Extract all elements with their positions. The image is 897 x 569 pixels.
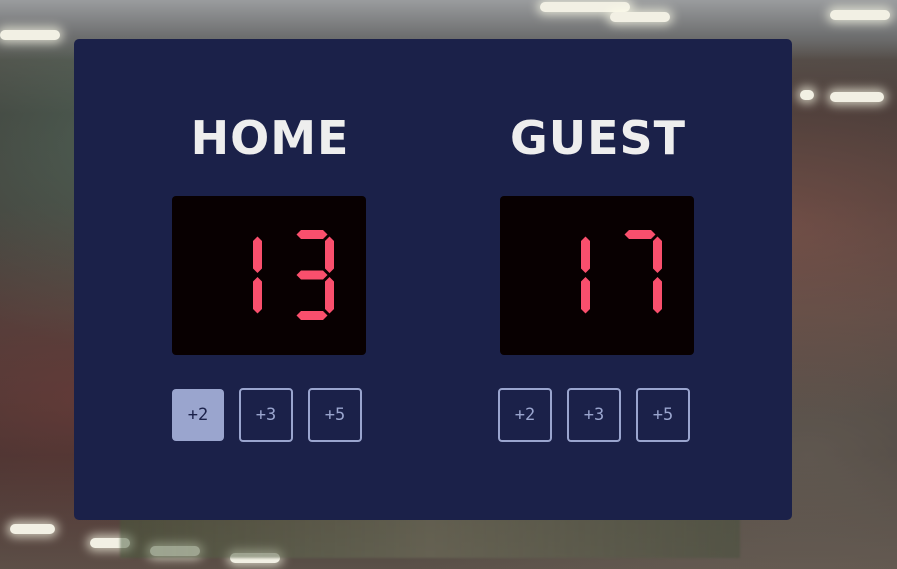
digit-segment-c bbox=[253, 277, 262, 314]
home-score-digit bbox=[253, 236, 262, 314]
guest-add-3-button[interactable]: +3 bbox=[567, 388, 621, 442]
floodlight bbox=[830, 92, 884, 102]
home-add-3-button[interactable]: +3 bbox=[239, 388, 293, 442]
guest-title: GUEST bbox=[509, 111, 687, 165]
home-add-5-button[interactable]: +5 bbox=[308, 388, 362, 442]
floodlight bbox=[0, 30, 60, 40]
home-add-2-button[interactable]: +2 bbox=[172, 389, 224, 441]
home-score-digit bbox=[296, 230, 334, 320]
scoreboard: HOME 13 +2 +3 +5 GUEST 17 +2 +3 +5 bbox=[74, 39, 792, 520]
floodlight bbox=[540, 2, 630, 12]
guest-score-digit bbox=[581, 236, 590, 314]
guest-score-digit bbox=[624, 230, 662, 314]
digit-segment-c bbox=[581, 277, 590, 314]
guest-add-5-button[interactable]: +5 bbox=[636, 388, 690, 442]
home-button-group: +2 +3 +5 bbox=[170, 388, 370, 444]
floodlight bbox=[800, 90, 814, 100]
guest-score-display: 17 bbox=[500, 196, 694, 355]
floodlight bbox=[830, 10, 890, 20]
home-score-display: 13 bbox=[172, 196, 366, 355]
digit-segment-b bbox=[325, 236, 334, 273]
home-score-digits bbox=[253, 230, 334, 320]
guest-add-2-button[interactable]: +2 bbox=[498, 388, 552, 442]
digit-segment-a bbox=[624, 230, 656, 239]
digit-segment-b bbox=[253, 236, 262, 273]
digit-segment-c bbox=[653, 277, 662, 314]
digit-segment-b bbox=[581, 236, 590, 273]
home-title: HOME bbox=[190, 111, 350, 165]
guest-button-group: +2 +3 +5 bbox=[498, 388, 698, 444]
digit-segment-c bbox=[325, 277, 334, 314]
digit-segment-d bbox=[296, 311, 328, 320]
digit-segment-g bbox=[296, 270, 328, 280]
digit-segment-a bbox=[296, 230, 328, 239]
floodlight bbox=[610, 12, 670, 22]
guest-score-digits bbox=[581, 230, 662, 314]
floodlight bbox=[10, 524, 55, 534]
stadium-banner bbox=[120, 518, 740, 558]
digit-segment-b bbox=[653, 236, 662, 273]
